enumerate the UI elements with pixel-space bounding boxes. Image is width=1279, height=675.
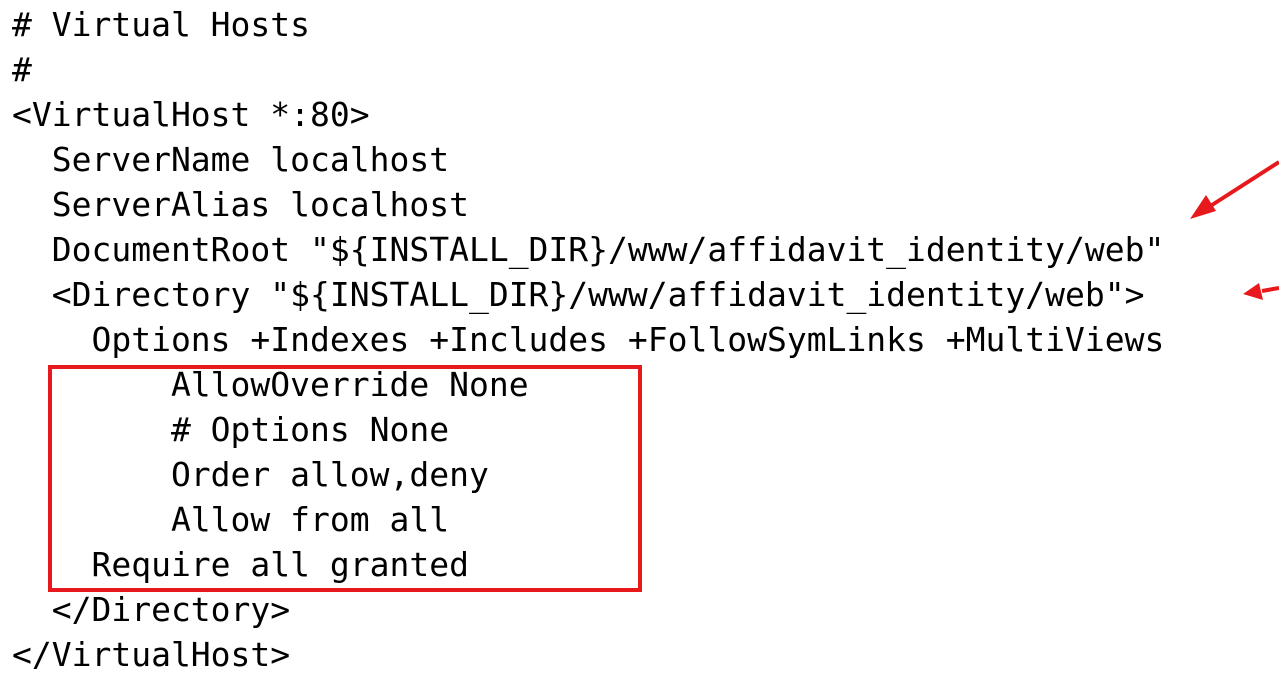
arrow-to-directory [1243,283,1279,300]
arrow-to-document-root [1190,160,1279,219]
screenshot-canvas: # Virtual Hosts # <VirtualHost *:80> Ser… [0,0,1279,675]
annotation-arrows [1190,160,1279,300]
